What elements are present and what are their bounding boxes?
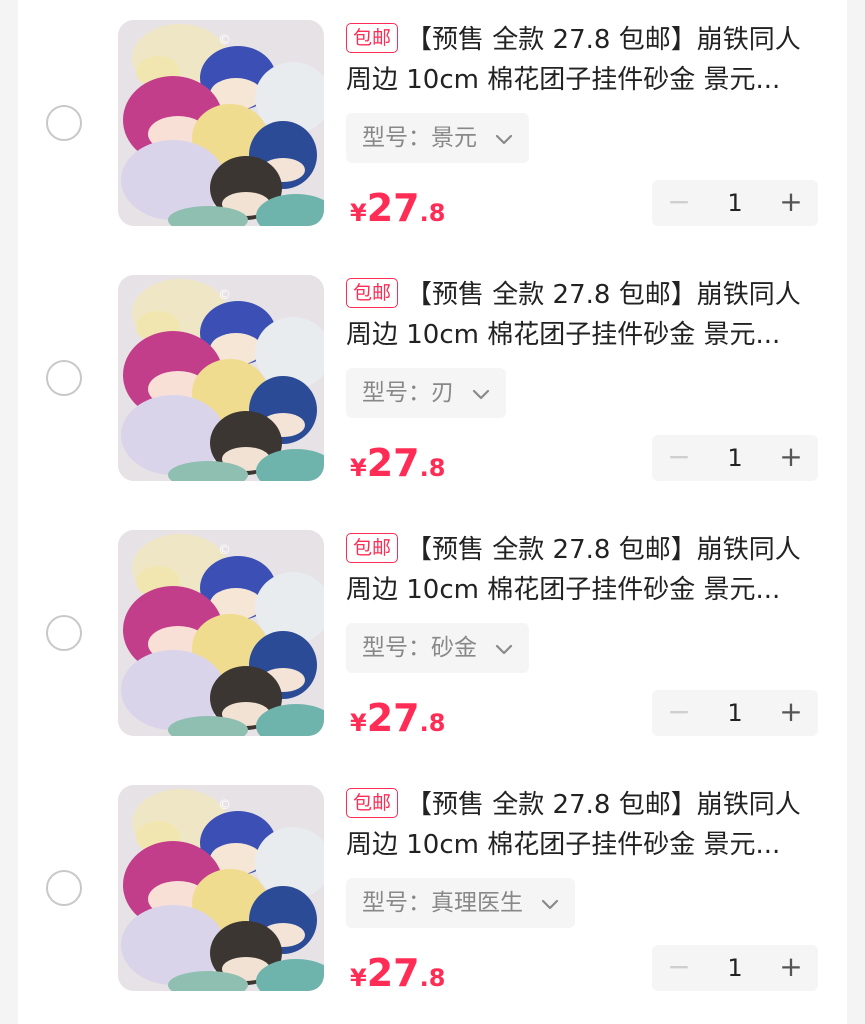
price-integer: 27: [366, 186, 420, 230]
quantity-value[interactable]: 1: [708, 180, 762, 226]
chevron-down-icon: [472, 369, 490, 419]
plus-icon[interactable]: +: [768, 945, 814, 991]
select-radio-icon[interactable]: [46, 615, 82, 651]
spec-selector[interactable]: 型号：真理医生: [346, 878, 575, 928]
quantity-stepper: − 1 +: [652, 945, 818, 991]
quantity-value[interactable]: 1: [708, 945, 762, 991]
plush-photo-icon: ©: [118, 530, 324, 736]
minus-icon[interactable]: −: [656, 690, 702, 736]
price-decimal: .8: [419, 709, 446, 737]
product-title[interactable]: 包邮 【预售 全款 27.8 包邮】崩铁同人 周边 10cm 棉花团子挂件砂金 景…: [346, 275, 821, 355]
price-decimal: .8: [419, 964, 446, 992]
minus-icon[interactable]: −: [656, 945, 702, 991]
select-radio-icon[interactable]: [46, 870, 82, 906]
price: ¥27.8: [350, 186, 445, 230]
currency-symbol: ¥: [350, 709, 367, 737]
cart-item: © 包邮 【预售 全款 27.8 包邮】崩铁同人 周边 10cm 棉花团子挂件砂金…: [18, 255, 847, 510]
price-integer: 27: [366, 696, 420, 740]
svg-text:©: ©: [218, 288, 231, 303]
spec-value: 景元: [431, 125, 477, 151]
title-text: 【预售 全款 27.8 包邮】崩铁同人: [406, 790, 801, 820]
cart-item: © 包邮 【预售 全款 27.8 包邮】崩铁同人 周边 10cm 棉花团子挂件砂金…: [18, 510, 847, 765]
product-title-line2: 周边 10cm 棉花团子挂件砂金 景元...: [346, 320, 781, 350]
price: ¥27.8: [350, 441, 445, 485]
plus-icon[interactable]: +: [768, 435, 814, 481]
product-thumbnail[interactable]: ©: [118, 20, 324, 226]
select-radio-icon[interactable]: [46, 105, 82, 141]
plus-icon[interactable]: +: [768, 180, 814, 226]
price-integer: 27: [366, 951, 420, 995]
quantity-value[interactable]: 1: [708, 435, 762, 481]
product-title-line1: 包邮 【预售 全款 27.8 包邮】崩铁同人: [346, 785, 821, 825]
chevron-down-icon: [495, 624, 513, 674]
free-shipping-badge: 包邮: [346, 278, 399, 308]
minus-icon[interactable]: −: [656, 180, 702, 226]
spec-value: 真理医生: [431, 890, 523, 916]
chevron-down-icon: [495, 114, 513, 164]
chevron-down-icon: [541, 879, 559, 929]
product-thumbnail[interactable]: ©: [118, 530, 324, 736]
product-title-line2: 周边 10cm 棉花团子挂件砂金 景元...: [346, 65, 781, 95]
title-text: 【预售 全款 27.8 包邮】崩铁同人: [406, 280, 801, 310]
free-shipping-badge: 包邮: [346, 533, 399, 563]
spec-value: 刃: [431, 380, 454, 406]
svg-text:©: ©: [218, 33, 231, 48]
price-integer: 27: [366, 441, 420, 485]
quantity-stepper: − 1 +: [652, 690, 818, 736]
spec-label: 型号：: [362, 635, 431, 661]
price: ¥27.8: [350, 951, 445, 995]
plush-photo-icon: ©: [118, 785, 324, 991]
title-text: 【预售 全款 27.8 包邮】崩铁同人: [406, 535, 801, 565]
spec-label: 型号：: [362, 380, 431, 406]
svg-text:©: ©: [218, 543, 231, 558]
currency-symbol: ¥: [350, 199, 367, 227]
product-title[interactable]: 包邮 【预售 全款 27.8 包邮】崩铁同人 周边 10cm 棉花团子挂件砂金 景…: [346, 20, 821, 100]
product-thumbnail[interactable]: ©: [118, 785, 324, 991]
plush-photo-icon: ©: [118, 20, 324, 226]
currency-symbol: ¥: [350, 454, 367, 482]
price-decimal: .8: [419, 454, 446, 482]
spec-label: 型号：: [362, 890, 431, 916]
spec-value: 砂金: [431, 635, 477, 661]
svg-text:©: ©: [218, 798, 231, 813]
product-title-line1: 包邮 【预售 全款 27.8 包邮】崩铁同人: [346, 530, 821, 570]
select-radio-icon[interactable]: [46, 360, 82, 396]
price: ¥27.8: [350, 696, 445, 740]
title-text: 【预售 全款 27.8 包邮】崩铁同人: [406, 25, 801, 55]
product-title-line2: 周边 10cm 棉花团子挂件砂金 景元...: [346, 575, 781, 605]
product-title-line1: 包邮 【预售 全款 27.8 包邮】崩铁同人: [346, 20, 821, 60]
currency-symbol: ¥: [350, 964, 367, 992]
plush-photo-icon: ©: [118, 275, 324, 481]
plus-icon[interactable]: +: [768, 690, 814, 736]
product-title[interactable]: 包邮 【预售 全款 27.8 包邮】崩铁同人 周边 10cm 棉花团子挂件砂金 景…: [346, 785, 821, 865]
spec-label: 型号：: [362, 125, 431, 151]
cart-item: © 包邮 【预售 全款 27.8 包邮】崩铁同人 周边 10cm 棉花团子挂件砂金…: [18, 0, 847, 255]
product-title-line2: 周边 10cm 棉花团子挂件砂金 景元...: [346, 830, 781, 860]
product-title[interactable]: 包邮 【预售 全款 27.8 包邮】崩铁同人 周边 10cm 棉花团子挂件砂金 景…: [346, 530, 821, 610]
spec-selector[interactable]: 型号：砂金: [346, 623, 529, 673]
cart-item: © 包邮 【预售 全款 27.8 包邮】崩铁同人 周边 10cm 棉花团子挂件砂金…: [18, 765, 847, 1020]
cart-card: © 包邮 【预售 全款 27.8 包邮】崩铁同人 周边 10cm 棉花团子挂件砂金…: [18, 0, 847, 1024]
quantity-value[interactable]: 1: [708, 690, 762, 736]
product-thumbnail[interactable]: ©: [118, 275, 324, 481]
quantity-stepper: − 1 +: [652, 435, 818, 481]
free-shipping-badge: 包邮: [346, 788, 399, 818]
free-shipping-badge: 包邮: [346, 23, 399, 53]
spec-selector[interactable]: 型号：刃: [346, 368, 506, 418]
product-title-line1: 包邮 【预售 全款 27.8 包邮】崩铁同人: [346, 275, 821, 315]
spec-selector[interactable]: 型号：景元: [346, 113, 529, 163]
price-decimal: .8: [419, 199, 446, 227]
minus-icon[interactable]: −: [656, 435, 702, 481]
quantity-stepper: − 1 +: [652, 180, 818, 226]
